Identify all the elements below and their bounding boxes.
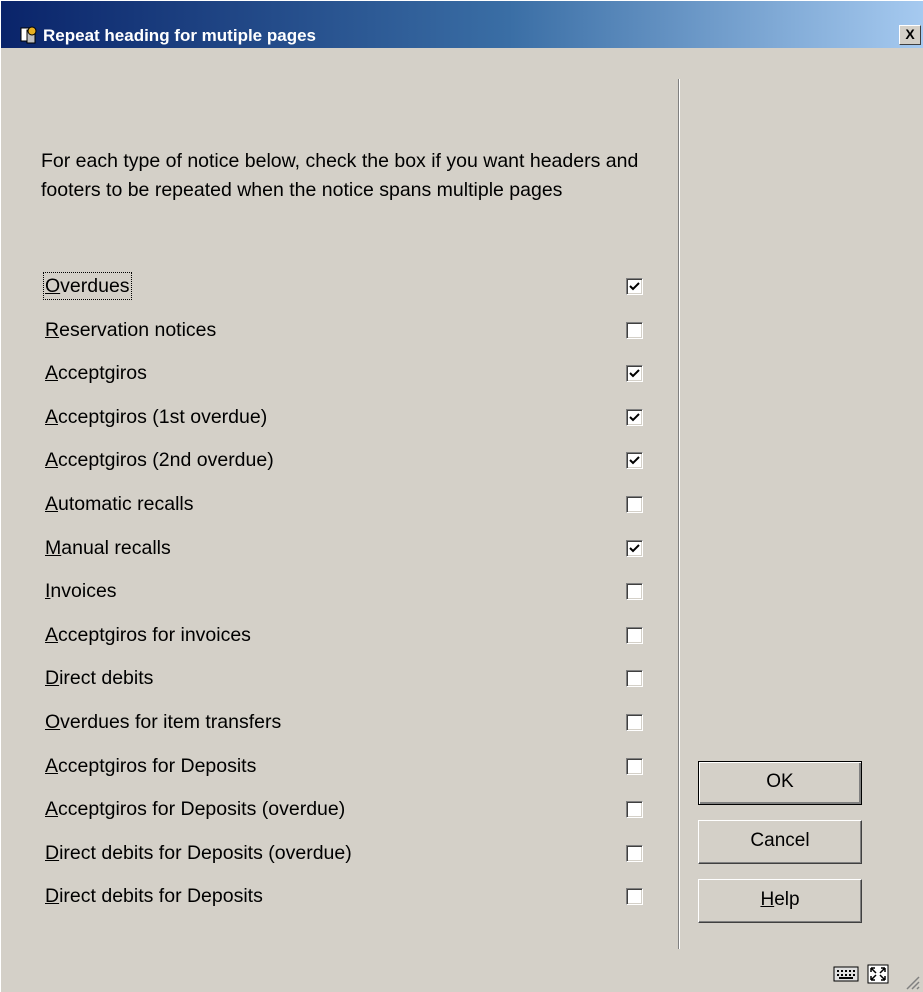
notice-label-text: nvoices xyxy=(50,580,117,602)
notice-label[interactable]: Direct debits xyxy=(45,666,153,690)
help-button-mnemonic: H xyxy=(760,889,775,910)
notice-label[interactable]: Manual recalls xyxy=(45,536,171,560)
notice-checkbox[interactable] xyxy=(626,758,643,775)
notice-label[interactable]: Direct debits for Deposits xyxy=(45,884,263,908)
notice-checkbox[interactable] xyxy=(626,714,643,731)
notice-label-mnemonic: A xyxy=(45,362,59,384)
notice-label-mnemonic: O xyxy=(45,275,61,297)
ok-button-label: OK xyxy=(766,771,794,792)
notice-label[interactable]: Overdues xyxy=(43,272,132,300)
notice-label-mnemonic: O xyxy=(45,711,61,733)
notice-label[interactable]: Overdues for item transfers xyxy=(45,710,281,734)
size-grip-icon[interactable] xyxy=(903,973,921,992)
notice-label-text: irect debits xyxy=(59,667,154,689)
notice-label[interactable]: Acceptgiros (2nd overdue) xyxy=(45,448,274,472)
notice-label-mnemonic: A xyxy=(45,798,59,820)
notice-checkbox[interactable] xyxy=(626,670,643,687)
notice-label-mnemonic: M xyxy=(45,537,62,559)
notice-label[interactable]: Reservation notices xyxy=(45,318,216,342)
notice-label[interactable]: Automatic recalls xyxy=(45,492,193,516)
notice-label-mnemonic: A xyxy=(45,755,59,777)
notice-label-mnemonic: D xyxy=(45,667,60,689)
notice-label-text: cceptgiros for invoices xyxy=(58,624,251,646)
vertical-divider xyxy=(678,79,680,949)
notice-label-mnemonic: A xyxy=(45,406,59,428)
notice-checkbox[interactable] xyxy=(626,888,643,905)
notice-label[interactable]: Direct debits for Deposits (overdue) xyxy=(45,841,352,865)
checkmark-icon xyxy=(629,369,640,378)
notice-checkbox[interactable] xyxy=(626,627,643,644)
notice-checkbox[interactable] xyxy=(626,845,643,862)
notice-label-text: irect debits for Deposits xyxy=(59,885,263,907)
notice-label-text: utomatic recalls xyxy=(58,493,194,515)
notice-label-mnemonic: D xyxy=(45,885,60,907)
notice-checkbox[interactable] xyxy=(626,540,643,557)
notice-label[interactable]: Acceptgiros (1st overdue) xyxy=(45,405,267,429)
title-bar[interactable]: Repeat heading for mutiple pages X xyxy=(1,1,923,48)
help-button-label: elp xyxy=(774,889,800,910)
checkmark-icon xyxy=(629,413,640,422)
notice-checkbox[interactable] xyxy=(626,365,643,382)
notice-checkbox[interactable] xyxy=(626,409,643,426)
notice-label[interactable]: Invoices xyxy=(45,579,117,603)
cancel-button[interactable]: Cancel xyxy=(698,820,862,864)
notice-checkbox[interactable] xyxy=(626,801,643,818)
notice-checkbox[interactable] xyxy=(626,496,643,513)
notice-label-mnemonic: A xyxy=(45,449,59,471)
notice-label-text: cceptgiros (1st overdue) xyxy=(58,406,268,428)
resize-window-icon[interactable] xyxy=(867,963,891,990)
cancel-button-label: Cancel xyxy=(750,830,810,851)
notice-label-text: cceptgiros xyxy=(58,362,147,384)
keyboard-icon[interactable] xyxy=(833,963,859,988)
notice-label-mnemonic: A xyxy=(45,624,59,646)
notice-checkbox[interactable] xyxy=(626,583,643,600)
notice-checkbox[interactable] xyxy=(626,322,643,339)
notice-label-mnemonic: R xyxy=(45,319,60,341)
notice-label-text: eservation notices xyxy=(59,319,217,341)
dialog-window: Repeat heading for mutiple pages X For e… xyxy=(0,0,923,992)
notice-label[interactable]: Acceptgiros for invoices xyxy=(45,623,251,647)
checkmark-icon xyxy=(629,456,640,465)
checkmark-icon xyxy=(629,544,640,553)
notice-label-text: verdues for item transfers xyxy=(60,711,282,733)
instructions-text: For each type of notice below, check the… xyxy=(41,150,639,201)
notice-label-mnemonic: D xyxy=(45,842,60,864)
notice-label-text: cceptgiros (2nd overdue) xyxy=(58,449,274,471)
notice-label-text: verdues xyxy=(60,275,130,297)
notice-label[interactable]: Acceptgiros for Deposits xyxy=(45,754,256,778)
notice-label[interactable]: Acceptgiros xyxy=(45,361,147,385)
ok-button[interactable]: OK xyxy=(698,761,862,805)
close-button[interactable]: X xyxy=(899,25,921,45)
notice-checkbox[interactable] xyxy=(626,278,643,295)
app-icon xyxy=(19,25,39,45)
notice-label-mnemonic: A xyxy=(45,493,59,515)
notice-label-text: irect debits for Deposits (overdue) xyxy=(59,842,352,864)
notice-label-text: anual recalls xyxy=(61,537,171,559)
checkmark-icon xyxy=(629,282,640,291)
notice-label-text: cceptgiros for Deposits xyxy=(58,755,257,777)
notice-label[interactable]: Acceptgiros for Deposits (overdue) xyxy=(45,797,345,821)
notice-label-text: cceptgiros for Deposits (overdue) xyxy=(58,798,346,820)
window-title: Repeat heading for mutiple pages xyxy=(43,26,316,45)
notice-checkbox[interactable] xyxy=(626,452,643,469)
help-button[interactable]: Help xyxy=(698,879,862,923)
close-icon: X xyxy=(905,26,915,42)
